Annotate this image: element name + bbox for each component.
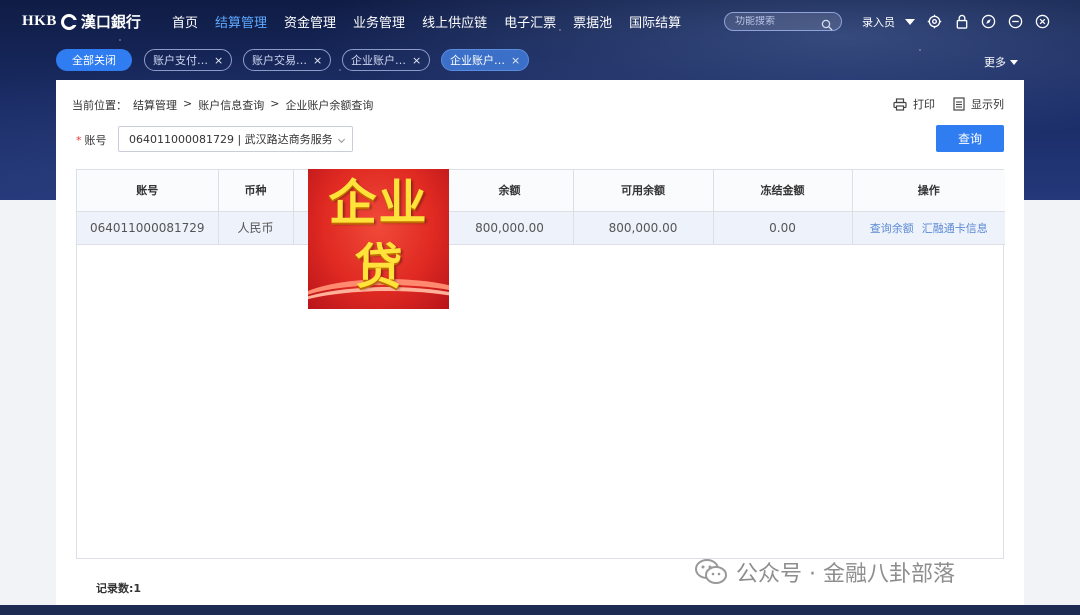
query-button[interactable]: 查询 — [936, 125, 1004, 152]
tab-enterprise-account-balance[interactable]: 企业账户… × — [441, 49, 530, 71]
breadcrumb-account-query[interactable]: 账户信息查询 — [198, 97, 264, 113]
window-controls — [926, 13, 1051, 30]
promo-line-2: 贷 — [354, 239, 403, 295]
cell-currency: 人民币 — [218, 211, 294, 245]
nav-item-business[interactable]: 业务管理 — [353, 12, 405, 31]
document-icon — [953, 97, 965, 111]
function-search — [724, 12, 842, 31]
tab-label: 企业账户… — [450, 54, 505, 67]
account-field-label: * 账号 — [76, 132, 107, 148]
promo-line-1: 企业 — [328, 175, 429, 231]
gear-icon[interactable] — [926, 13, 943, 30]
wechat-icon — [694, 557, 728, 587]
nav-item-supply-chain[interactable]: 线上供应链 — [422, 12, 487, 31]
cell-balance: 800,000.00 — [446, 211, 574, 245]
breadcrumb-separator: > — [270, 97, 280, 110]
required-mark: * — [76, 134, 82, 147]
cell-frozen: 0.00 — [713, 211, 853, 245]
compass-icon[interactable] — [980, 13, 997, 30]
breadcrumb-current: 企业账户余额查询 — [285, 99, 374, 112]
table-row[interactable]: 064011000081729 人民币 800,000.00 800,000.0… — [77, 211, 1005, 245]
nav-item-bill-pool[interactable]: 票据池 — [573, 12, 612, 31]
card-info-link[interactable]: 汇融通卡信息 — [922, 222, 988, 235]
close-icon[interactable]: × — [313, 54, 322, 67]
column-header-balance: 余额 — [446, 170, 574, 212]
more-tabs-menu[interactable]: 更多 — [984, 54, 1018, 70]
nav-item-international[interactable]: 国际结算 — [629, 12, 681, 31]
nav-item-home[interactable]: 首页 — [172, 12, 198, 31]
breadcrumb-prefix: 当前位置： — [72, 99, 127, 112]
cell-actions: 查询余额 汇融通卡信息 — [852, 211, 1005, 245]
print-label: 打印 — [913, 98, 935, 111]
watermark: 公众号 · 金融八卦部落 — [694, 556, 955, 588]
more-label: 更多 — [984, 56, 1006, 69]
chevron-down-icon — [337, 135, 346, 148]
nav-item-settlement[interactable]: 结算管理 — [215, 12, 267, 31]
lock-icon[interactable] — [953, 13, 970, 30]
tab-label: 企业账户… — [351, 54, 406, 67]
query-balance-link[interactable]: 查询余额 — [870, 222, 914, 235]
page-tools: 打印 显示列 — [893, 96, 1004, 112]
balance-table: 账号 币种 余额 可用余额 冻结金额 操作 064011000081729 人民… — [76, 169, 1005, 559]
user-role: 录入员 — [862, 16, 895, 29]
tab-account-transaction[interactable]: 账户交易… × — [243, 49, 332, 71]
account-select-value: 064011000081729 | 武汉路达商务服务 — [129, 133, 333, 146]
main-menu: 首页 结算管理 资金管理 业务管理 线上供应链 电子汇票 票据池 国际结算 — [172, 12, 698, 31]
tab-bar: 全部关闭 账户支付… × 账户交易… × 企业账户… × 企业账户… × 更多 — [0, 48, 1080, 72]
printer-icon — [893, 97, 907, 111]
minus-circle-icon[interactable] — [1007, 13, 1024, 30]
nav-item-funds[interactable]: 资金管理 — [284, 12, 336, 31]
record-count: 记录数:1 — [96, 582, 142, 595]
search-icon[interactable] — [821, 16, 833, 35]
close-icon[interactable]: × — [412, 54, 421, 67]
cell-account: 064011000081729 — [77, 211, 219, 245]
watermark-text: 公众号 · 金融八卦部落 — [736, 562, 955, 587]
tab-account-payment[interactable]: 账户支付… × — [144, 49, 233, 71]
print-button[interactable]: 打印 — [893, 96, 935, 112]
columns-label: 显示列 — [971, 98, 1004, 111]
caret-down-icon — [1010, 59, 1018, 65]
search-input[interactable] — [735, 16, 819, 27]
account-select[interactable]: 064011000081729 | 武汉路达商务服务 — [118, 126, 353, 152]
cell-available: 800,000.00 — [573, 211, 714, 245]
nav-item-e-draft[interactable]: 电子汇票 — [504, 12, 556, 31]
main-panel: 当前位置： 结算管理 > 账户信息查询 > 企业账户余额查询 打印 显示列 * 账… — [56, 80, 1024, 605]
logo-mark-icon — [60, 13, 77, 30]
column-header-actions: 操作 — [852, 170, 1005, 212]
top-navigation: HKB 漢口銀行 首页 结算管理 资金管理 业务管理 线上供应链 电子汇票 票据… — [0, 0, 1080, 42]
close-icon[interactable]: × — [214, 54, 223, 67]
user-menu[interactable]: 录入员 — [862, 14, 915, 30]
account-label-text: 账号 — [84, 134, 107, 147]
logo-chinese: 漢口銀行 — [80, 15, 141, 31]
column-header-currency: 币种 — [218, 170, 294, 212]
column-header-account: 账号 — [77, 170, 219, 212]
taskbar-strip — [0, 605, 1080, 615]
close-circle-icon[interactable] — [1034, 13, 1051, 30]
tab-enterprise-account[interactable]: 企业账户… × — [342, 49, 431, 71]
enterprise-loan-image: 企业 贷 — [308, 169, 449, 309]
column-header-available: 可用余额 — [573, 170, 714, 212]
breadcrumb: 当前位置： 结算管理 > 账户信息查询 > 企业账户余额查询 — [72, 97, 373, 113]
show-columns-button[interactable]: 显示列 — [953, 96, 1004, 112]
logo-latin: HKB — [22, 13, 57, 29]
breadcrumb-separator: > — [183, 97, 193, 110]
bank-logo[interactable]: HKB 漢口銀行 — [22, 11, 141, 32]
breadcrumb-settlement[interactable]: 结算管理 — [133, 97, 177, 113]
table-header-row: 账号 币种 余额 可用余额 冻结金额 操作 — [77, 170, 1005, 212]
page-margin — [1024, 200, 1080, 605]
close-icon[interactable]: × — [511, 54, 520, 67]
column-header-frozen: 冻结金额 — [713, 170, 853, 212]
tab-label: 账户支付… — [153, 54, 208, 67]
tab-label: 账户交易… — [252, 54, 307, 67]
caret-down-icon — [905, 19, 915, 25]
close-all-tabs-button[interactable]: 全部关闭 — [56, 49, 132, 71]
